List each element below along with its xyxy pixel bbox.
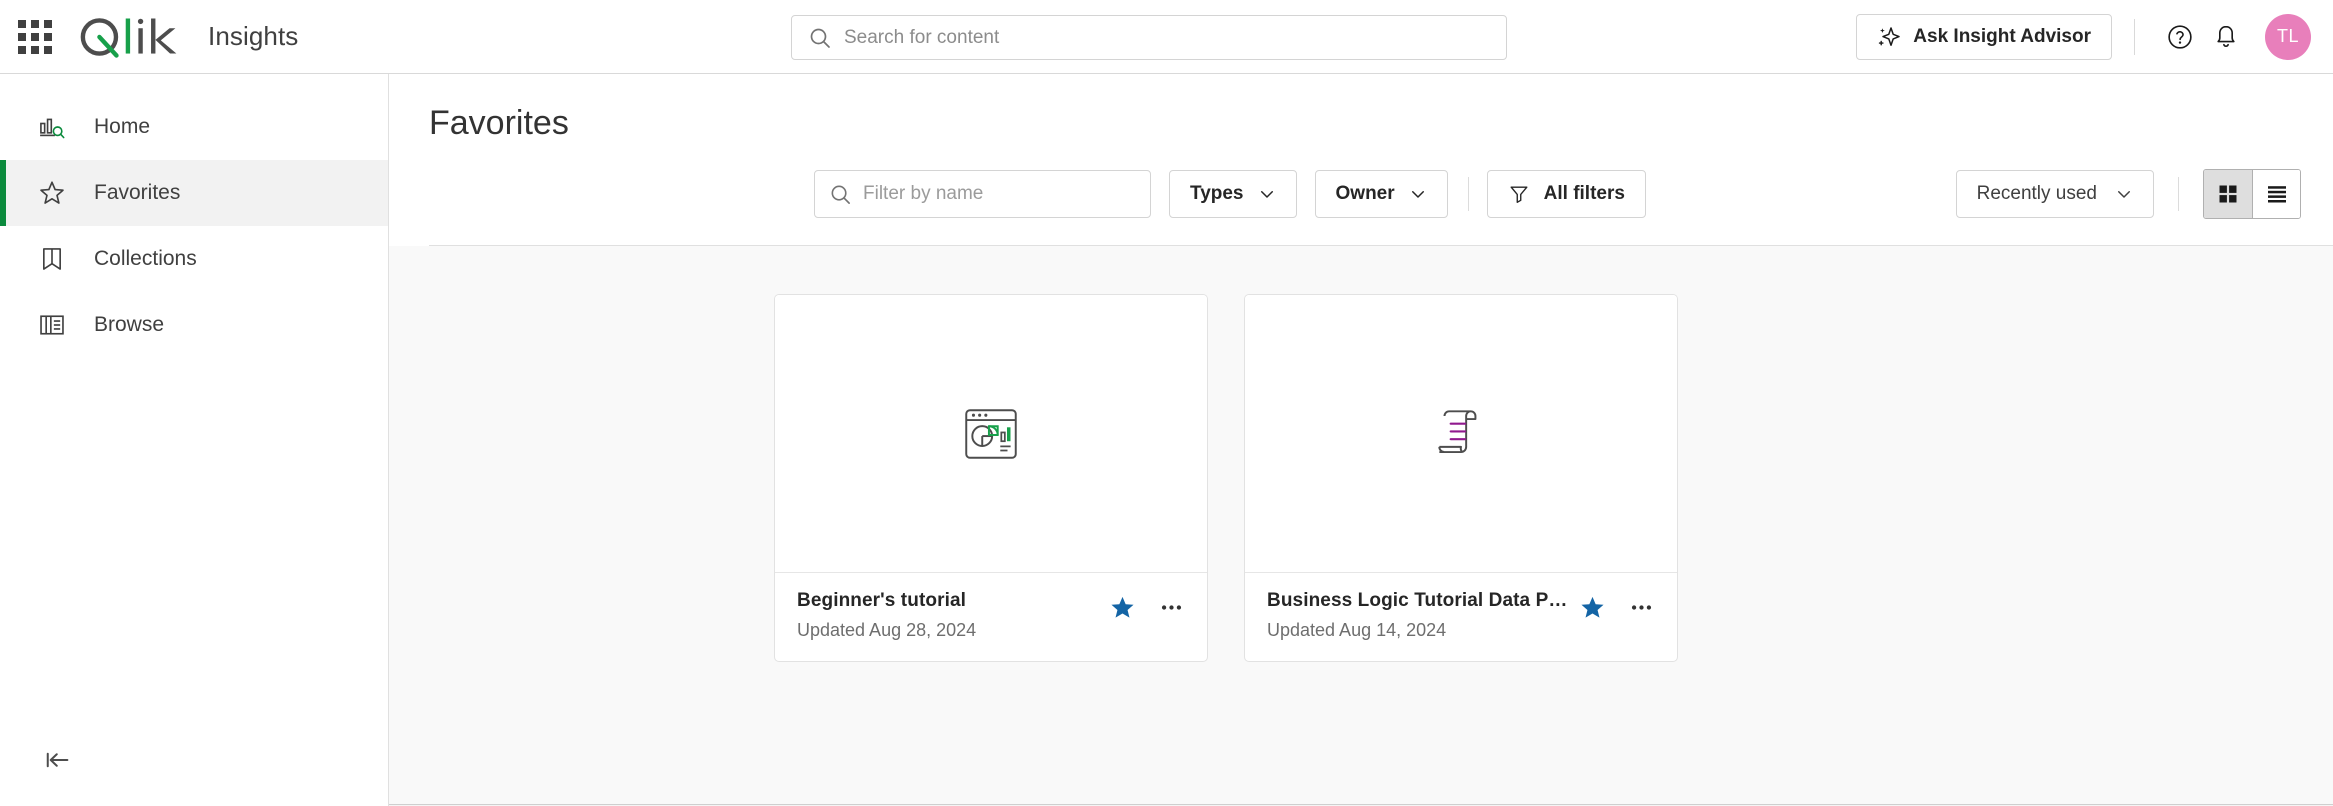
card-thumbnail [1245, 295, 1677, 573]
sidebar-item-label: Favorites [94, 181, 180, 205]
top-header: Insights Ask Insight Advisor [0, 0, 2333, 74]
grid-view-button[interactable] [2204, 170, 2252, 218]
ellipsis-icon [1628, 594, 1655, 621]
title-row: Favorites [429, 74, 2333, 143]
favorite-star-button[interactable] [1109, 594, 1136, 621]
sidebar-item-label: Home [94, 115, 150, 139]
star-outline-icon [36, 179, 68, 207]
toolbar-divider [1468, 177, 1469, 211]
sidebar-item-home[interactable]: Home [0, 94, 388, 160]
filter-by-name-field[interactable] [814, 170, 1151, 218]
header-divider [2134, 19, 2135, 55]
global-search [791, 15, 1507, 60]
all-filters-label: All filters [1544, 183, 1625, 205]
notifications-button[interactable] [2203, 14, 2249, 60]
launcher-dot [31, 33, 39, 41]
card-actions [1579, 590, 1655, 621]
card-more-menu-button[interactable] [1158, 594, 1185, 621]
launcher-dot [31, 46, 39, 54]
funnel-icon [1508, 183, 1530, 205]
ellipsis-icon [1158, 594, 1185, 621]
view-mode-toggle [2203, 169, 2301, 219]
launcher-dot [18, 20, 26, 28]
launcher-dot [44, 20, 52, 28]
sort-dropdown[interactable]: Recently used [1956, 170, 2154, 218]
sidebar-item-collections[interactable]: Collections [0, 226, 388, 292]
sparkle-icon [1877, 25, 1901, 49]
search-icon [829, 183, 852, 206]
app-body: Home Favorites Collections [0, 74, 2333, 806]
sidebar-item-label: Collections [94, 247, 197, 271]
launcher-dot [18, 46, 26, 54]
types-dropdown-label: Types [1190, 183, 1244, 205]
product-name: Insights [208, 21, 298, 52]
header-actions: Ask Insight Advisor TL [1856, 14, 2333, 60]
sidebar: Home Favorites Collections [0, 74, 389, 806]
chevron-down-icon [2115, 185, 2133, 203]
chevron-down-icon [1258, 185, 1276, 203]
qlik-insights-app: Insights Ask Insight Advisor [0, 0, 2333, 806]
help-button[interactable] [2157, 14, 2203, 60]
avatar-initials: TL [2277, 26, 2299, 47]
card-title: Business Logic Tutorial Data Prep [1267, 590, 1569, 612]
card-more-menu-button[interactable] [1628, 594, 1655, 621]
list-view-icon [2265, 182, 2289, 206]
search-icon [808, 26, 832, 50]
main-header: Favorites Types [389, 74, 2333, 246]
card-updated: Updated Aug 14, 2024 [1267, 620, 1569, 641]
card-texts: Beginner's tutorial Updated Aug 28, 2024 [797, 590, 1099, 641]
card-thumbnail [775, 295, 1207, 573]
browse-layout-icon [36, 311, 68, 339]
content-grid: Beginner's tutorial Updated Aug 28, 2024 [389, 246, 2333, 806]
chevron-down-icon [1409, 185, 1427, 203]
star-filled-icon [1579, 594, 1606, 621]
ask-insight-advisor-button[interactable]: Ask Insight Advisor [1856, 14, 2112, 60]
card-footer: Business Logic Tutorial Data Prep Update… [1245, 573, 1677, 661]
card-texts: Business Logic Tutorial Data Prep Update… [1267, 590, 1569, 641]
view-divider [2178, 177, 2179, 211]
question-circle-icon [2166, 23, 2194, 51]
chart-search-icon [36, 113, 68, 141]
sidebar-item-label: Browse [94, 313, 164, 337]
grid-apps-icon[interactable] [16, 18, 54, 56]
card-actions [1109, 590, 1185, 621]
launcher-dot [31, 20, 39, 28]
collapse-sidebar-button[interactable] [36, 738, 80, 782]
collapse-left-icon [43, 745, 73, 775]
search-input[interactable] [844, 27, 1429, 49]
script-scroll-icon [1428, 401, 1494, 467]
search-box[interactable] [791, 15, 1507, 60]
launcher-dot [18, 33, 26, 41]
sidebar-item-favorites[interactable]: Favorites [0, 160, 388, 226]
sidebar-item-browse[interactable]: Browse [0, 292, 388, 358]
bookmark-icon [36, 245, 68, 273]
filter-by-name-input[interactable] [863, 183, 1111, 205]
avatar[interactable]: TL [2265, 14, 2311, 60]
bell-icon [2212, 23, 2240, 51]
page-title: Favorites [429, 104, 2333, 143]
main-area: Favorites Types [389, 74, 2333, 806]
all-filters-button[interactable]: All filters [1487, 170, 1646, 218]
launcher-dot [44, 33, 52, 41]
app-analytics-icon [958, 401, 1024, 467]
list-view-button[interactable] [2252, 170, 2300, 218]
owner-dropdown-label: Owner [1336, 183, 1395, 205]
owner-dropdown[interactable]: Owner [1315, 170, 1448, 218]
card-footer: Beginner's tutorial Updated Aug 28, 2024 [775, 573, 1207, 661]
card-item[interactable]: Beginner's tutorial Updated Aug 28, 2024 [774, 294, 1208, 662]
ask-insight-advisor-label: Ask Insight Advisor [1913, 26, 2091, 48]
types-dropdown[interactable]: Types [1169, 170, 1297, 218]
favorite-star-button[interactable] [1579, 594, 1606, 621]
launcher-dot [44, 46, 52, 54]
star-filled-icon [1109, 594, 1136, 621]
card-title: Beginner's tutorial [797, 590, 1099, 612]
card-item[interactable]: Business Logic Tutorial Data Prep Update… [1244, 294, 1678, 662]
card-updated: Updated Aug 28, 2024 [797, 620, 1099, 641]
grid-view-icon [2216, 182, 2240, 206]
sort-dropdown-label: Recently used [1977, 183, 2097, 205]
brand[interactable]: Insights [78, 14, 298, 60]
qlik-logo-icon [78, 14, 190, 60]
filters-toolbar: Types Owner [429, 143, 2333, 246]
